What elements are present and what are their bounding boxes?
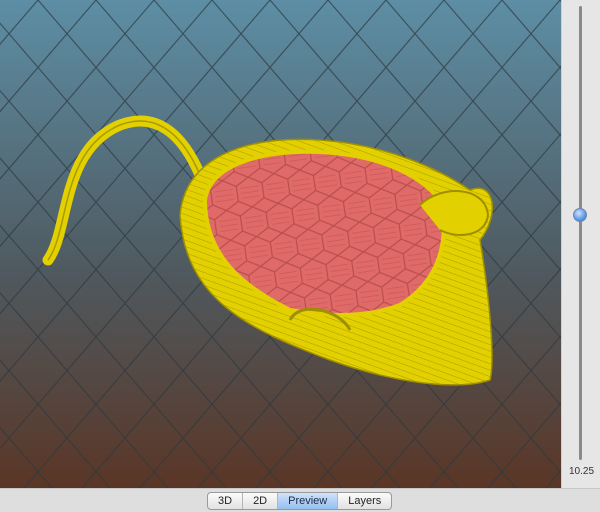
- tab-2d[interactable]: 2D: [243, 493, 279, 509]
- view-segmented-control: 3D 2D Preview Layers: [207, 492, 393, 510]
- preview-canvas[interactable]: [0, 0, 600, 489]
- view-tab-bar: 3D 2D Preview Layers: [0, 488, 600, 512]
- layer-slider-thumb[interactable]: [573, 207, 587, 222]
- tab-layers[interactable]: Layers: [338, 493, 391, 509]
- tab-3d[interactable]: 3D: [208, 493, 244, 509]
- layer-height-label: 10.25: [568, 466, 595, 477]
- layer-slider-panel: 10.25: [561, 0, 600, 488]
- tab-preview[interactable]: Preview: [278, 493, 339, 509]
- layer-slider-track[interactable]: [579, 6, 582, 460]
- toolpath-preview: [0, 0, 600, 489]
